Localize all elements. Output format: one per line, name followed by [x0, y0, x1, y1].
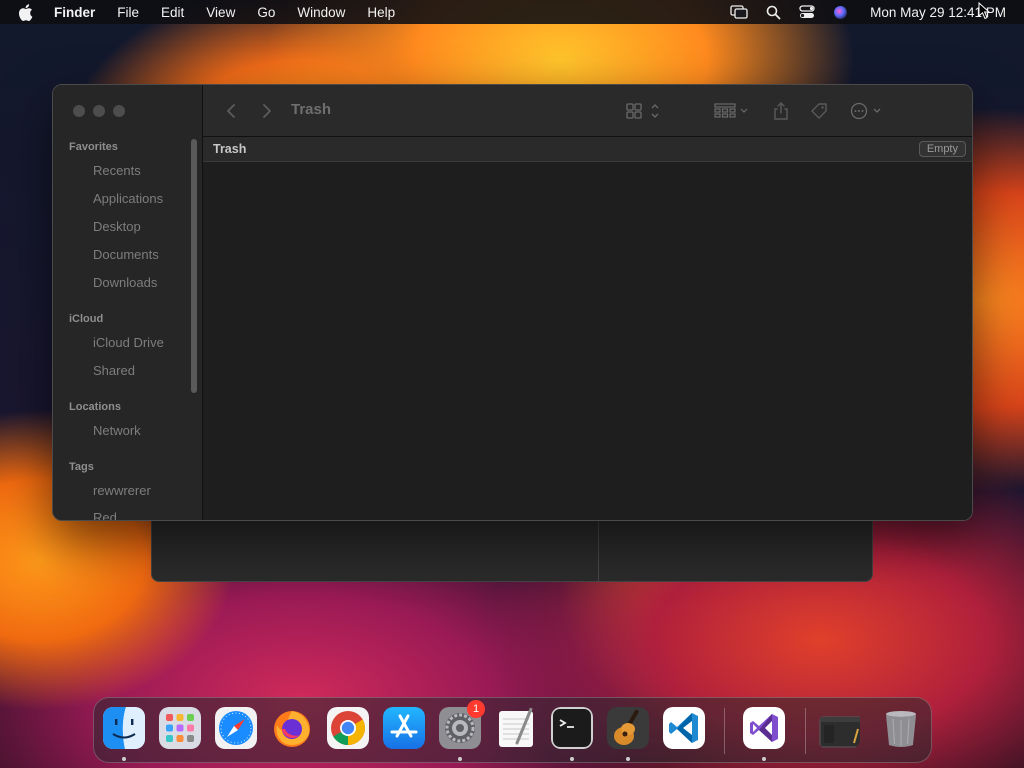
menu-file[interactable]: File [117, 5, 139, 20]
dock-garageband-icon[interactable] [607, 707, 649, 749]
apple-menu-icon[interactable] [18, 3, 36, 21]
menu-help[interactable]: Help [367, 5, 395, 20]
sidebar-item-tag-rewwrerer[interactable]: rewwrerer [93, 483, 151, 498]
dock-separator-1 [724, 708, 725, 754]
window-controls [73, 105, 133, 117]
dock-chrome-icon[interactable] [327, 707, 369, 749]
close-window-button[interactable] [73, 105, 85, 117]
dock [93, 697, 932, 763]
sidebar-item-shared[interactable]: Shared [93, 363, 135, 378]
group-by-icon [714, 103, 748, 118]
dock-safari-icon[interactable] [215, 707, 257, 749]
dock-launchpad-icon[interactable] [159, 707, 201, 749]
window-title: Trash [291, 101, 332, 118]
dock-terminal-running-indicator [570, 757, 574, 761]
dock-system-settings-running-indicator [458, 757, 462, 761]
system-settings-notification-badge: 1 [467, 700, 485, 718]
dock-visual-studio-running-indicator [762, 757, 766, 761]
sidebar-item-downloads[interactable]: Downloads [93, 275, 157, 290]
sidebar-item-desktop[interactable]: Desktop [93, 219, 141, 234]
forward-button[interactable] [259, 99, 275, 123]
dock-terminal-icon[interactable] [551, 707, 593, 749]
dock-finder-running-indicator [122, 757, 126, 761]
trash-header-label: Trash [213, 142, 247, 156]
finder-sidebar: Favorites Recents Applications Desktop D… [53, 85, 203, 520]
minimize-window-button[interactable] [93, 105, 105, 117]
tags-button[interactable] [807, 99, 831, 123]
menu-go[interactable]: Go [257, 5, 275, 20]
spotlight-search-icon[interactable] [766, 5, 781, 20]
share-icon [774, 102, 788, 120]
menubar-status-area: Mon May 29 12:41 PM [712, 0, 1006, 24]
finder-content-area: Trash Trash Empty [203, 85, 972, 520]
chevron-left-icon [227, 104, 235, 118]
empty-trash-button[interactable]: Empty [918, 141, 966, 157]
ellipsis-circle-icon [850, 102, 881, 120]
dock-vscode-icon[interactable] [663, 707, 705, 749]
dock-visual-studio-icon[interactable] [743, 707, 785, 749]
dock-separator-2 [805, 708, 806, 754]
background-window-divider [598, 521, 599, 581]
dock-textedit-icon[interactable] [495, 707, 537, 749]
group-button[interactable] [711, 99, 751, 123]
sidebar-item-applications[interactable]: Applications [93, 191, 163, 206]
sidebar-item-tag-red[interactable]: Red [93, 510, 117, 520]
menu-edit[interactable]: Edit [161, 5, 184, 20]
menu-view[interactable]: View [206, 5, 235, 20]
action-menu-button[interactable] [849, 99, 887, 123]
dock-garageband-running-indicator [626, 757, 630, 761]
sidebar-section-locations: Locations [69, 401, 121, 413]
sidebar-item-network[interactable]: Network [93, 423, 141, 438]
finder-window: Favorites Recents Applications Desktop D… [52, 84, 973, 521]
sidebar-section-tags: Tags [69, 461, 94, 473]
menu-bar: Finder File Edit View Go Window Help Mon… [0, 0, 1024, 24]
sidebar-scrollbar[interactable] [191, 139, 197, 393]
tag-icon [811, 103, 827, 119]
menu-app-finder[interactable]: Finder [54, 5, 95, 20]
back-button[interactable] [223, 99, 239, 123]
chevron-right-icon [263, 104, 271, 118]
siri-icon[interactable] [833, 5, 848, 20]
screen-mirroring-icon[interactable] [730, 5, 748, 19]
mouse-cursor-icon [978, 1, 991, 25]
dock-firefox-icon[interactable] [271, 707, 313, 749]
sidebar-item-icloud-drive[interactable]: iCloud Drive [93, 335, 164, 350]
share-button[interactable] [769, 99, 793, 123]
file-list-area[interactable] [203, 162, 972, 520]
sidebar-item-recents[interactable]: Recents [93, 163, 141, 178]
dock-screenshot-icon[interactable] [818, 707, 860, 749]
sidebar-section-icloud: iCloud [69, 313, 104, 325]
dock-finder-icon[interactable] [103, 707, 145, 749]
sidebar-section-favorites: Favorites [69, 141, 118, 153]
zoom-window-button[interactable] [113, 105, 125, 117]
menu-window[interactable]: Window [297, 5, 345, 20]
view-mode-button[interactable] [623, 99, 663, 123]
sidebar-item-documents[interactable]: Documents [93, 247, 159, 262]
icon-grid-view-icon [626, 103, 659, 119]
dock-app-store-icon[interactable] [383, 707, 425, 749]
trash-header-bar: Trash Empty [203, 137, 972, 162]
control-center-icon[interactable] [799, 5, 815, 19]
dock-trash-icon[interactable] [880, 707, 922, 749]
finder-toolbar: Trash [203, 85, 972, 137]
